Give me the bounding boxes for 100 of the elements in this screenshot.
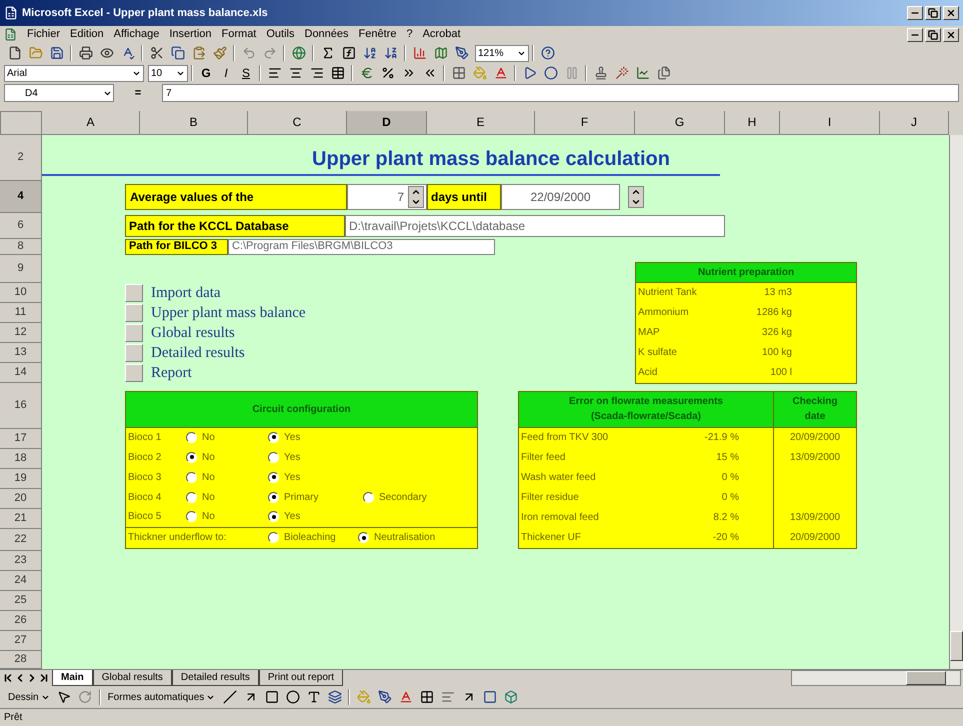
row-header[interactable]: 25 [0,590,42,611]
days-value[interactable]: 7 [397,188,404,206]
formula-field[interactable]: 7 [162,84,959,102]
row-header[interactable]: 21 [0,508,42,529]
radio-option[interactable]: Yes [268,470,363,485]
vertical-scrollbar[interactable] [949,134,963,669]
row-header[interactable]: 20 [0,488,42,509]
menu-item[interactable]: ? [406,26,413,43]
close-button[interactable] [943,6,959,20]
menu-item[interactable]: Acrobat [422,26,461,43]
radio-button[interactable] [186,492,197,503]
autoshapes-menu[interactable]: Formes automatiques [104,690,220,705]
menu-item[interactable]: Format [222,26,256,43]
column-header[interactable]: F [535,111,635,135]
name-box[interactable]: D4 [4,84,114,102]
path-field[interactable]: C:\Program Files\BRGM\BILCO3 [228,238,495,255]
row-header[interactable]: 13 [0,342,42,363]
radio-button[interactable] [268,511,279,522]
column-header[interactable]: C [248,111,347,135]
select-all-button[interactable] [0,111,42,135]
menu-item[interactable]: Outils [266,26,294,43]
first-sheet-icon[interactable] [2,672,14,684]
menu-item[interactable]: Edition [70,26,104,43]
row-header[interactable]: 2 [0,134,42,181]
spin-button[interactable] [408,186,424,208]
last-sheet-icon[interactable] [38,672,50,684]
macro-button[interactable]: Report [125,364,192,382]
radio-button[interactable] [363,492,374,503]
restore-button[interactable] [925,28,941,42]
radio-button[interactable] [268,452,279,463]
menu-item[interactable]: Données [304,26,349,43]
row-header[interactable]: 26 [0,610,42,631]
sheet-tab[interactable]: Global results [92,670,172,686]
radio-option[interactable]: Bioleaching [268,530,358,546]
radio-option[interactable]: Neutralisation [358,530,436,546]
underline-button[interactable]: S [236,63,256,84]
menu-item[interactable]: Fichier [27,26,60,43]
macro-button[interactable]: Upper plant mass balance [125,304,306,322]
row-header[interactable]: 8 [0,238,42,255]
radio-option[interactable]: No [186,470,268,485]
radio-button[interactable] [358,532,369,544]
column-header[interactable]: A [42,111,140,135]
row-header[interactable]: 23 [0,550,42,571]
radio-option[interactable]: Primary [268,490,363,505]
radio-button[interactable] [268,432,279,443]
row-header[interactable]: 28 [0,650,42,669]
column-header[interactable]: J [880,111,949,135]
radio-option[interactable]: Secondary [363,490,427,505]
row-header[interactable]: 16 [0,382,42,429]
radio-button[interactable] [186,452,197,463]
menu-item[interactable]: Affichage [114,26,160,43]
row-header[interactable]: 27 [0,630,42,651]
close-button[interactable] [943,28,959,42]
column-header[interactable]: D [347,111,427,135]
radio-option[interactable]: No [186,490,268,505]
sheet-tab[interactable]: Print out report [258,670,343,686]
row-header[interactable]: 14 [0,362,42,383]
macro-button[interactable]: Global results [125,324,235,342]
radio-option[interactable]: No [186,430,268,445]
row-header[interactable]: 24 [0,570,42,591]
column-header[interactable]: E [427,111,535,135]
row-header[interactable]: 22 [0,528,42,551]
italic-button[interactable]: I [216,63,236,84]
font-dropdown[interactable]: Arial [4,64,144,82]
column-header[interactable]: I [780,111,880,135]
minimize-button[interactable] [907,28,923,42]
column-header[interactable]: G [635,111,725,135]
radio-option[interactable]: Yes [268,430,363,445]
menu-item[interactable]: Fenêtre [358,26,396,43]
row-header[interactable]: 9 [0,254,42,283]
radio-option[interactable]: Yes [268,509,363,524]
row-header[interactable]: 17 [0,428,42,449]
row-header[interactable]: 19 [0,468,42,489]
draw-menu[interactable]: Dessin [4,690,54,705]
row-header[interactable]: 4 [0,180,42,213]
column-header[interactable]: H [725,111,780,135]
radio-button[interactable] [186,432,197,443]
radio-button[interactable] [186,472,197,483]
date-field[interactable]: 22/09/2000 [501,184,620,210]
row-header[interactable]: 10 [0,282,42,303]
zoom-dropdown[interactable]: 121% [475,44,529,62]
sheet-tab[interactable]: Main [52,670,93,686]
column-header[interactable]: B [140,111,248,135]
path-field[interactable]: D:\travail\Projets\KCCL\database [345,214,725,237]
radio-option[interactable]: No [186,509,268,524]
row-header[interactable]: 12 [0,322,42,343]
radio-button[interactable] [268,492,279,503]
bold-button[interactable]: G [196,63,216,84]
radio-button[interactable] [186,511,197,522]
restore-button[interactable] [925,6,941,20]
equals-button[interactable]: = [118,84,158,102]
font-size-dropdown[interactable]: 10 [148,64,188,82]
macro-button[interactable]: Detailed results [125,344,245,362]
row-header[interactable]: 11 [0,302,42,323]
minimize-button[interactable] [907,6,923,20]
macro-button[interactable]: Import data [125,284,221,302]
spin-button[interactable] [628,186,644,208]
row-header[interactable]: 6 [0,212,42,239]
horizontal-scrollbar[interactable] [791,670,961,686]
radio-button[interactable] [268,472,279,483]
